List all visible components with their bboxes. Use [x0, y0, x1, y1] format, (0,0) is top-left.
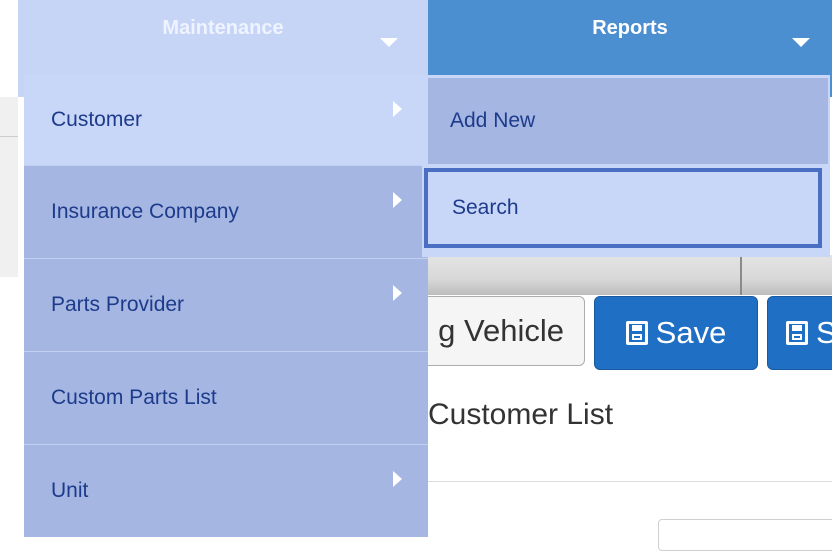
- menu-item-label: Customer: [51, 108, 143, 131]
- floppy-disk-icon: [625, 321, 648, 345]
- vehicle-image: [428, 255, 832, 295]
- chevron-right-icon: [393, 285, 402, 301]
- save-button-label: Save: [655, 315, 727, 350]
- save-secondary-button[interactable]: S: [767, 296, 832, 370]
- vehicle-image-edge: [740, 255, 742, 295]
- submenu-item-label: Search: [452, 196, 519, 219]
- missing-vehicle-button-label: g Vehicle: [438, 313, 564, 348]
- chevron-right-icon: [393, 101, 402, 117]
- save-button[interactable]: Save: [594, 296, 758, 370]
- divider: [0, 136, 18, 137]
- chevron-right-icon: [393, 192, 402, 208]
- save-secondary-button-label: S: [816, 315, 832, 350]
- nav-tab-reports-label: Reports: [592, 17, 668, 39]
- floppy-disk-icon: [786, 321, 808, 345]
- search-field[interactable]: [658, 519, 832, 551]
- menu-item-custom-parts-list[interactable]: Custom Parts List: [24, 352, 428, 445]
- menu-item-label: Custom Parts List: [51, 386, 217, 409]
- divider: [428, 481, 832, 482]
- menu-item-unit[interactable]: Unit: [24, 445, 428, 537]
- customer-list-heading: Customer List: [428, 398, 614, 431]
- menu-item-parts-provider[interactable]: Parts Provider: [24, 259, 428, 352]
- submenu-item-add-new[interactable]: Add New: [428, 78, 828, 164]
- chevron-down-icon: [380, 38, 398, 47]
- menu-item-label: Insurance Company: [51, 200, 239, 223]
- menu-item-label: Parts Provider: [51, 293, 185, 316]
- menu-item-insurance-company[interactable]: Insurance Company: [24, 166, 428, 259]
- chevron-right-icon: [393, 471, 402, 487]
- chevron-down-icon: [792, 38, 810, 47]
- menu-item-customer[interactable]: Customer: [24, 75, 428, 166]
- menu-item-label: Unit: [51, 479, 89, 502]
- nav-tab-maintenance-label: Maintenance: [162, 17, 284, 39]
- page-background-strip: [0, 97, 18, 277]
- submenu-item-search[interactable]: Search: [424, 168, 822, 248]
- submenu-item-label: Add New: [450, 109, 536, 132]
